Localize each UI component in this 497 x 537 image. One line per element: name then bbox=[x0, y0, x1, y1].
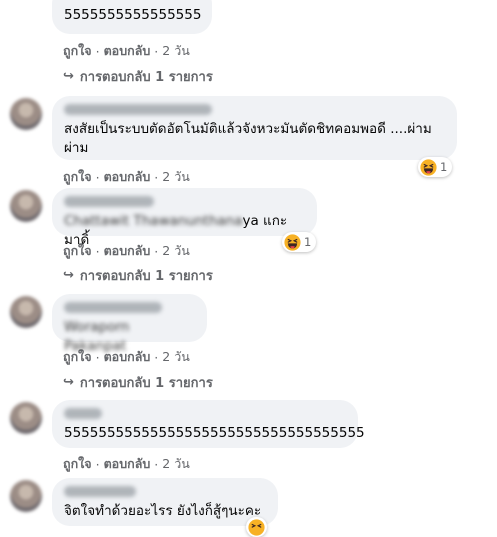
comment-actions: ถูกใจ · ตอบกลับ · 2 วัน bbox=[63, 41, 190, 61]
view-replies-label: การตอบกลับ 1 รายการ bbox=[79, 70, 213, 85]
comment-bubble: 55555555555555555555555555555555555 bbox=[52, 400, 365, 448]
comment-actions: ถูกใจ · ตอบกลับ · 2 วัน bbox=[63, 241, 190, 261]
reply-button[interactable]: ตอบกลับ bbox=[104, 347, 151, 367]
reaction-badge[interactable]: 1 bbox=[282, 232, 317, 252]
comment-author-name[interactable] bbox=[64, 302, 162, 313]
like-button[interactable]: ถูกใจ bbox=[63, 41, 92, 61]
comment-actions: ถูกใจ · ตอบกลับ · 2 วัน bbox=[63, 347, 190, 367]
haha-emoji-icon bbox=[284, 233, 301, 251]
reply-button[interactable]: ตอบกลับ bbox=[104, 41, 151, 61]
comment-actions: ถูกใจ · ตอบกลับ · 2 วัน bbox=[63, 454, 190, 474]
like-button[interactable]: ถูกใจ bbox=[63, 454, 92, 474]
comment-text: 55555555555555555555555555555555555 bbox=[64, 425, 365, 441]
comment-text: 5555555555555555 bbox=[64, 7, 202, 23]
reaction-count: 1 bbox=[304, 235, 312, 249]
comment-bubble: Woraporn Pakanpat bbox=[52, 294, 207, 354]
avatar[interactable] bbox=[10, 296, 42, 328]
comment-text: สงสัยเป็นระบบตัดอัตโนมัติแล้วจังหวะมันตั… bbox=[64, 121, 432, 156]
view-replies-link[interactable]: ↪ การตอบกลับ 1 รายการ bbox=[63, 66, 213, 87]
comment-actions: ถูกใจ · ตอบกลับ · 2 วัน bbox=[63, 167, 190, 187]
comment-author-name[interactable] bbox=[64, 408, 102, 419]
reaction-badge[interactable] bbox=[246, 517, 267, 537]
view-replies-label: การตอบกลับ 1 รายการ bbox=[79, 376, 213, 391]
haha-emoji-icon bbox=[248, 518, 265, 536]
reply-arrow-icon: ↪ bbox=[63, 69, 74, 84]
like-button[interactable]: ถูกใจ bbox=[63, 167, 92, 187]
comment-time[interactable]: 2 วัน bbox=[162, 454, 190, 474]
avatar[interactable] bbox=[10, 190, 42, 222]
view-replies-label: การตอบกลับ 1 รายการ bbox=[79, 269, 213, 284]
like-button[interactable]: ถูกใจ bbox=[63, 347, 92, 367]
avatar[interactable] bbox=[10, 480, 42, 512]
comment-text: จิตใจทำด้วยอะไรร ยังไงก็สู้ๆนะคะ bbox=[64, 503, 262, 519]
reply-button[interactable]: ตอบกลับ bbox=[104, 454, 151, 474]
comment-bubble: Chattawit Thawanunthanaya แกะมาดิ้ bbox=[52, 188, 317, 248]
reply-button[interactable]: ตอบกลับ bbox=[104, 241, 151, 261]
comment-bubble: จิตใจทำด้วยอะไรร ยังไงก็สู้ๆนะคะ bbox=[52, 478, 278, 526]
comment-time[interactable]: 2 วัน bbox=[162, 347, 190, 367]
comment-time[interactable]: 2 วัน bbox=[162, 241, 190, 261]
comment-time[interactable]: 2 วัน bbox=[162, 167, 190, 187]
reaction-count: 1 bbox=[440, 160, 448, 174]
comment-time[interactable]: 2 วัน bbox=[162, 41, 190, 61]
mentioned-user[interactable]: Chattawit Thawanunthana bbox=[64, 213, 243, 229]
comment-author-name[interactable] bbox=[64, 196, 154, 207]
view-replies-link[interactable]: ↪ การตอบกลับ 1 รายการ bbox=[63, 372, 213, 393]
avatar[interactable] bbox=[10, 402, 42, 434]
reply-button[interactable]: ตอบกลับ bbox=[104, 167, 151, 187]
like-button[interactable]: ถูกใจ bbox=[63, 241, 92, 261]
comment-author-name[interactable] bbox=[64, 104, 212, 115]
view-replies-link[interactable]: ↪ การตอบกลับ 1 รายการ bbox=[63, 265, 213, 286]
comment-bubble: สงสัยเป็นระบบตัดอัตโนมัติแล้วจังหวะมันตั… bbox=[52, 96, 457, 160]
haha-emoji-icon bbox=[420, 158, 437, 176]
comment-author-name[interactable] bbox=[64, 486, 136, 497]
reply-arrow-icon: ↪ bbox=[63, 375, 74, 390]
comment-bubble: 5555555555555555 bbox=[52, 0, 212, 34]
avatar[interactable] bbox=[10, 98, 42, 130]
reaction-badge[interactable]: 1 bbox=[418, 157, 453, 177]
reply-arrow-icon: ↪ bbox=[63, 268, 74, 283]
